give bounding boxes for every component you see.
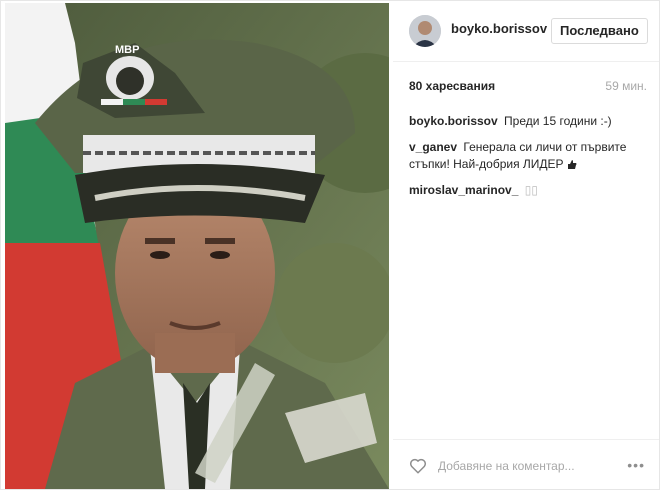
- post-meta: 80 харесвания 59 мин.: [393, 79, 659, 99]
- post-time[interactable]: 59 мин.: [605, 79, 647, 93]
- comment-username[interactable]: miroslav_marinov_: [409, 183, 518, 197]
- thumbs-up-icon: [567, 160, 577, 169]
- add-comment-input[interactable]: Добавяне на коментар...: [438, 459, 575, 473]
- heart-outline-icon[interactable]: [409, 457, 427, 475]
- comment-text: Преди 15 години :-): [504, 114, 612, 128]
- likes-count[interactable]: 80 харесвания: [409, 79, 495, 93]
- more-options-icon[interactable]: •••: [627, 457, 645, 473]
- comment-item: v_ganev Генерала си личи от първите стъп…: [409, 139, 649, 173]
- comment-item: miroslav_marinov_ ▯▯: [409, 182, 649, 199]
- post-photo[interactable]: МВР: [5, 3, 389, 489]
- comment-item: boyko.borissov Преди 15 години :-): [409, 113, 649, 130]
- comment-text: ▯▯: [524, 183, 538, 197]
- comment-username[interactable]: v_ganev: [409, 140, 457, 154]
- post-username[interactable]: boyko.borissov: [451, 21, 547, 36]
- cap-badge-text: МВР: [115, 44, 139, 56]
- instagram-post: МВР boyko.borissov Последвано 80 харесва…: [0, 0, 660, 490]
- comment-username[interactable]: boyko.borissov: [409, 114, 498, 128]
- post-footer: Добавяне на коментар... •••: [393, 439, 659, 490]
- comments-list: boyko.borissov Преди 15 години :-) v_gan…: [409, 113, 649, 208]
- post-sidebar: boyko.borissov Последвано 80 харесвания …: [393, 1, 659, 489]
- officer-portrait-image: МВР: [5, 3, 389, 489]
- following-button[interactable]: Последвано: [551, 18, 648, 44]
- avatar[interactable]: [409, 15, 441, 47]
- user-avatar-icon: [409, 15, 441, 47]
- post-header: boyko.borissov Последвано: [393, 1, 659, 62]
